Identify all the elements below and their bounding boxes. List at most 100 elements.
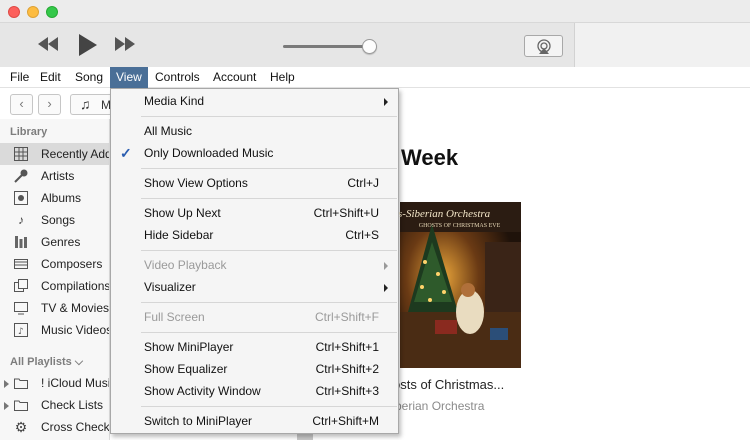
menu-item-shortcut: Ctrl+Shift+F bbox=[314, 310, 379, 324]
menu-account[interactable]: Account bbox=[208, 67, 261, 88]
menu-item-show-miniplayer[interactable]: Show MiniPlayer Ctrl+Shift+1 bbox=[111, 336, 398, 358]
disclosure-triangle-icon[interactable] bbox=[4, 380, 9, 388]
menu-item-switch-to-miniplayer[interactable]: Switch to MiniPlayer Ctrl+Shift+M bbox=[111, 410, 398, 432]
music-note-icon: ♪ bbox=[18, 213, 24, 227]
menu-item-show-up-next[interactable]: Show Up Next Ctrl+Shift+U bbox=[111, 202, 398, 224]
checkmark-icon: ✓ bbox=[120, 145, 132, 161]
chevron-left-icon: ‹ bbox=[19, 96, 24, 111]
album-artist[interactable]: berian Orchestra bbox=[395, 399, 484, 413]
play-icon[interactable] bbox=[78, 33, 98, 60]
menu-item-show-equalizer[interactable]: Show Equalizer Ctrl+Shift+2 bbox=[111, 358, 398, 380]
menu-help[interactable]: Help bbox=[265, 67, 300, 88]
album-title[interactable]: osts of Christmas... bbox=[393, 377, 504, 392]
menu-item-only-downloaded-music[interactable]: ✓ Only Downloaded Music bbox=[111, 142, 398, 164]
disclosure-triangle-icon[interactable] bbox=[4, 402, 9, 410]
menu-item-shortcut: Ctrl+Shift+U bbox=[313, 206, 379, 220]
folder-icon bbox=[14, 376, 28, 390]
chevron-right-icon: › bbox=[47, 96, 52, 111]
sidebar-item-label: Compilations bbox=[41, 279, 110, 293]
sidebar-item-compilations[interactable]: Compilations bbox=[0, 275, 110, 297]
rewind-icon[interactable] bbox=[37, 37, 59, 54]
menu-item-label: Show Activity Window bbox=[144, 384, 261, 398]
album-icon bbox=[14, 191, 28, 205]
svg-text:♪: ♪ bbox=[18, 327, 24, 337]
back-button[interactable]: ‹ bbox=[10, 94, 33, 115]
menu-item-label: Hide Sidebar bbox=[144, 228, 214, 242]
sidebar-item-label: Composers bbox=[41, 257, 103, 271]
close-window-button[interactable] bbox=[8, 6, 20, 18]
sidebar-item-tv-movies[interactable]: TV & Movies bbox=[0, 297, 110, 319]
menu-separator bbox=[141, 250, 397, 251]
menu-item-show-view-options[interactable]: Show View Options Ctrl+J bbox=[111, 172, 398, 194]
menu-item-shortcut: Ctrl+Shift+3 bbox=[315, 384, 379, 398]
gear-icon: ⚙ bbox=[14, 419, 28, 435]
sidebar-item-label: TV & Movies bbox=[41, 301, 110, 315]
menu-item-full-screen: Full Screen Ctrl+Shift+F bbox=[111, 306, 398, 328]
sidebar-item-label: Cross Checks bbox=[41, 420, 110, 434]
minimize-window-button[interactable] bbox=[27, 6, 39, 18]
menu-edit[interactable]: Edit bbox=[35, 67, 66, 88]
sidebar-item-check-lists[interactable]: Check Lists bbox=[0, 394, 109, 416]
sidebar-item-label: ! iCloud Music bbox=[41, 376, 110, 390]
transport-bar bbox=[0, 22, 750, 67]
music-note-icon: ♫ bbox=[80, 96, 91, 112]
menu-file[interactable]: File bbox=[5, 67, 34, 88]
menu-item-media-kind[interactable]: Media Kind bbox=[111, 90, 398, 112]
sidebar-item-icloud-music[interactable]: ! iCloud Music bbox=[0, 372, 110, 394]
maximize-window-button[interactable] bbox=[46, 6, 58, 18]
menu-controls[interactable]: Controls bbox=[150, 67, 205, 88]
sidebar-item-songs[interactable]: ♪ Songs bbox=[0, 209, 109, 231]
menu-item-show-activity-window[interactable]: Show Activity Window Ctrl+Shift+3 bbox=[111, 380, 398, 402]
forward-button[interactable]: › bbox=[38, 94, 61, 115]
menu-item-label: Show Equalizer bbox=[144, 362, 228, 376]
menu-item-label: Video Playback bbox=[144, 258, 227, 272]
menu-item-label: Show MiniPlayer bbox=[144, 340, 234, 354]
all-playlists-section-title[interactable]: All Playlists ⌵ bbox=[10, 356, 83, 369]
airplay-button[interactable] bbox=[524, 35, 563, 57]
fast-forward-icon[interactable] bbox=[114, 37, 136, 54]
music-video-icon: ♪ bbox=[14, 323, 28, 337]
sidebar-item-albums[interactable]: Albums bbox=[0, 187, 109, 209]
menu-item-all-music[interactable]: All Music bbox=[111, 120, 398, 142]
sidebar-item-label: Artists bbox=[41, 169, 75, 183]
volume-slider-knob[interactable] bbox=[361, 39, 377, 54]
sidebar-item-artists[interactable]: Artists bbox=[0, 165, 109, 187]
menu-bar: File Edit Song View Controls Account Hel… bbox=[0, 67, 750, 88]
sidebar-item-recently-added[interactable]: Recently Added bbox=[0, 143, 109, 165]
sidebar-item-label: Recently Added bbox=[41, 147, 109, 161]
submenu-arrow-icon bbox=[384, 262, 388, 270]
menu-item-hide-sidebar[interactable]: Hide Sidebar Ctrl+S bbox=[111, 224, 398, 246]
sidebar-item-label: Check Lists bbox=[41, 398, 104, 412]
menu-view[interactable]: View bbox=[110, 67, 148, 88]
sidebar-item-genres[interactable]: Genres bbox=[0, 231, 109, 253]
menu-separator bbox=[141, 332, 397, 333]
menu-song[interactable]: Song bbox=[70, 67, 108, 88]
composers-icon bbox=[14, 257, 28, 271]
sidebar-item-composers[interactable]: Composers bbox=[0, 253, 109, 275]
submenu-arrow-icon bbox=[384, 98, 388, 106]
menu-separator bbox=[141, 168, 397, 169]
menu-separator bbox=[141, 406, 397, 407]
microphone-icon bbox=[14, 169, 28, 183]
page-heading: Week bbox=[401, 145, 459, 170]
menu-item-shortcut: Ctrl+Shift+M bbox=[312, 414, 379, 428]
menu-item-label: Show Up Next bbox=[144, 206, 221, 220]
album-cover-title-text: s-Siberian Orchestra bbox=[398, 208, 491, 220]
menu-item-label: All Music bbox=[144, 124, 193, 138]
genres-icon bbox=[14, 235, 28, 249]
menu-item-label: Switch to MiniPlayer bbox=[144, 414, 253, 428]
library-section-title: Library bbox=[10, 126, 48, 138]
sidebar-item-music-videos[interactable]: ♪ Music Videos bbox=[0, 319, 109, 341]
menu-item-label: Full Screen bbox=[144, 310, 205, 324]
tv-icon bbox=[14, 301, 28, 315]
menu-item-video-playback: Video Playback bbox=[111, 254, 398, 276]
menu-separator bbox=[141, 198, 397, 199]
scrollbar-thumb[interactable] bbox=[297, 433, 313, 440]
menu-item-visualizer[interactable]: Visualizer bbox=[111, 276, 398, 298]
media-picker[interactable]: ♫ M bbox=[70, 94, 111, 115]
menu-item-label: Only Downloaded Music bbox=[144, 146, 274, 160]
sidebar-item-label: Songs bbox=[41, 213, 76, 227]
sidebar: Library Recently Added Artists Albums ♪ … bbox=[0, 119, 110, 440]
sidebar-item-cross-checks[interactable]: ⚙ Cross Checks bbox=[0, 416, 110, 438]
menu-item-shortcut: Ctrl+Shift+1 bbox=[315, 340, 379, 354]
